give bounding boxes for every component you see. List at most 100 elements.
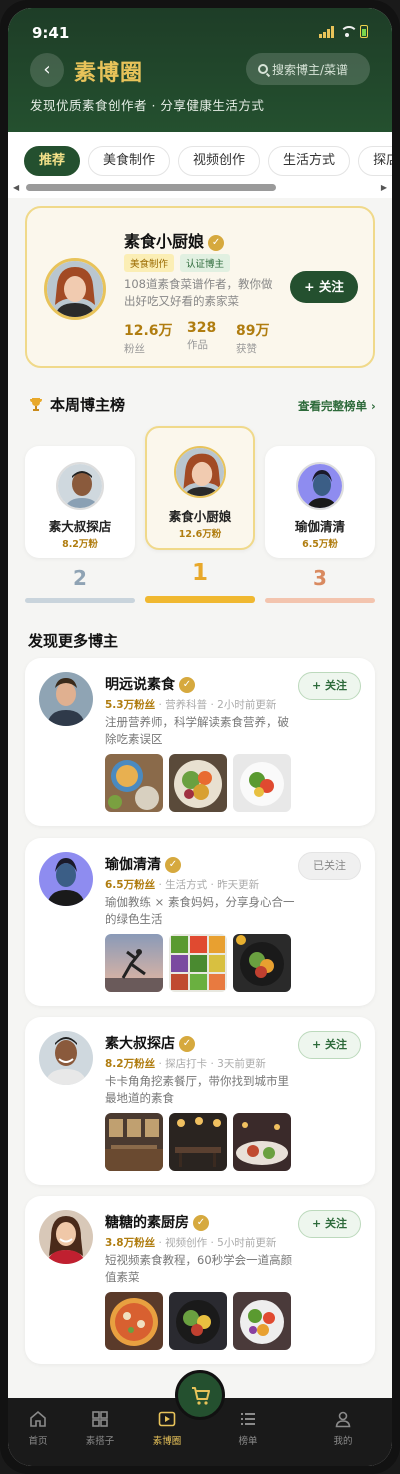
creator-thumbnails bbox=[105, 934, 291, 992]
search-placeholder: 搜索博主/菜谱 bbox=[272, 62, 349, 77]
certified-badge: 认证博主 bbox=[180, 254, 231, 272]
yoga-thumbnail[interactable] bbox=[105, 934, 163, 992]
search-input[interactable]: 搜索博主/菜谱 bbox=[246, 53, 370, 85]
creator-meta: 6.5万粉丝 · 生活方式 · 昨天更新 bbox=[105, 879, 260, 891]
stat-label: 作品 bbox=[187, 339, 208, 351]
followed-button[interactable]: 已关注 bbox=[298, 852, 361, 880]
status-bar: 9:41 bbox=[8, 8, 392, 52]
nav-item-ranking[interactable]: 榜单 bbox=[218, 1410, 278, 1447]
category-tabs: 推荐 美食制作 视频创作 生活方式 探店打 ◀ ▶ bbox=[8, 132, 392, 198]
avatar[interactable] bbox=[39, 1210, 93, 1264]
creator-card[interactable]: 糖糖的素厨房 ✓ 3.8万粉丝 · 视频创作 · 5小时前更新 短视频素食教程，6… bbox=[25, 1196, 375, 1364]
nav-item-partner[interactable]: 素搭子 bbox=[70, 1410, 130, 1447]
cart-icon bbox=[192, 1387, 210, 1405]
stat-label: 粉丝 bbox=[124, 343, 145, 355]
creator-category: 生活方式 bbox=[165, 879, 208, 891]
creator-name: 瑜伽清清 bbox=[105, 857, 161, 873]
verified-icon: ✓ bbox=[208, 235, 225, 251]
food-thumbnail[interactable] bbox=[105, 1292, 163, 1350]
creator-updated: 2小时前更新 bbox=[217, 699, 277, 711]
avatar[interactable] bbox=[39, 852, 93, 906]
rank-number-second: 2 bbox=[73, 566, 87, 590]
food-thumbnail[interactable] bbox=[169, 754, 227, 812]
status-time: 9:41 bbox=[32, 24, 70, 42]
nav-item-home[interactable]: 首页 bbox=[8, 1410, 68, 1447]
back-button[interactable]: ‹ bbox=[30, 53, 64, 87]
ranking-title: 本周博主榜 bbox=[28, 394, 125, 415]
creator-fans: 3.8万粉丝 bbox=[105, 1237, 156, 1249]
verified-icon: ✓ bbox=[193, 1215, 209, 1231]
stat-likes: 89万 获赞 bbox=[236, 320, 269, 356]
creator-meta: 5.3万粉丝 · 营养科普 · 2小时前更新 bbox=[105, 699, 277, 711]
battery-icon bbox=[360, 25, 368, 38]
creator-fans: 8.2万粉丝 bbox=[105, 1058, 156, 1070]
list-icon bbox=[241, 1413, 255, 1425]
discover-title: 发现更多博主 bbox=[28, 632, 119, 650]
ranking-fans: 6.5万粉 bbox=[302, 539, 338, 550]
nav-label: 我的 bbox=[333, 1436, 353, 1447]
podium-bar-second bbox=[25, 598, 135, 603]
food-thumbnail[interactable] bbox=[169, 934, 227, 992]
ranking-card-third[interactable]: 瑜伽清清 6.5万粉 bbox=[265, 446, 375, 558]
featured-creator-card[interactable]: 素食小厨娘 ✓ 美食制作 认证博主 108道素食菜谱作者，教你做出好吃又好看的素家… bbox=[25, 206, 375, 368]
tab-food[interactable]: 美食制作 bbox=[88, 146, 171, 176]
stat-value: 89万 bbox=[236, 323, 270, 339]
creator-updated: 5小时前更新 bbox=[217, 1237, 277, 1249]
page-title: 素博圈 bbox=[74, 61, 144, 86]
horizontal-scrollbar[interactable] bbox=[26, 184, 276, 191]
ranking-name: 瑜伽清清 bbox=[294, 519, 345, 534]
user-icon bbox=[335, 1411, 351, 1428]
screen: 9:41 ‹ 素博圈 搜索博主/菜谱 发现优质素食创作者 · 分享健康生活方式 … bbox=[8, 8, 392, 1466]
ranking-title-text: 本周博主榜 bbox=[50, 396, 126, 414]
creator-card[interactable]: 明远说素食 ✓ 5.3万粉丝 · 营养科普 · 2小时前更新 注册营养师，科学解读… bbox=[25, 658, 375, 826]
nav-label: 素博圈 bbox=[152, 1436, 182, 1447]
food-thumbnail[interactable] bbox=[105, 754, 163, 812]
featured-follow-button[interactable]: + 关注 bbox=[290, 271, 358, 303]
nav-item-profile[interactable]: 我的 bbox=[313, 1410, 373, 1447]
featured-name-row: 素食小厨娘 ✓ bbox=[124, 228, 225, 252]
signal-icon bbox=[319, 25, 334, 38]
creator-name: 明远说素食 bbox=[105, 677, 175, 693]
stat-value: 328 bbox=[187, 320, 217, 336]
follow-button[interactable]: + 关注 bbox=[298, 672, 361, 700]
restaurant-thumbnail[interactable] bbox=[169, 1113, 227, 1171]
food-thumbnail[interactable] bbox=[233, 754, 291, 812]
restaurant-thumbnail[interactable] bbox=[233, 1113, 291, 1171]
verified-icon: ✓ bbox=[179, 677, 195, 693]
follow-button[interactable]: + 关注 bbox=[298, 1031, 361, 1059]
tab-explore[interactable]: 探店打 bbox=[358, 146, 392, 176]
creator-category: 营养科普 bbox=[165, 699, 208, 711]
ranking-card-second[interactable]: 素大叔探店 8.2万粉 bbox=[25, 446, 135, 558]
podium-bar-first bbox=[145, 596, 255, 603]
food-thumbnail[interactable] bbox=[169, 1292, 227, 1350]
stat-label: 获赞 bbox=[236, 343, 257, 355]
creator-description: 卡卡角角挖素餐厅，带你找到城市里最地道的素食 bbox=[105, 1074, 289, 1105]
view-full-ranking-link[interactable]: 查看完整榜单 › bbox=[298, 398, 376, 414]
ranking-fans: 12.6万粉 bbox=[178, 529, 222, 540]
verified-icon: ✓ bbox=[179, 1036, 195, 1052]
creator-card[interactable]: 瑜伽清清 ✓ 6.5万粉丝 · 生活方式 · 昨天更新 瑜伽教练 × 素食妈妈，分… bbox=[25, 838, 375, 1006]
avatar[interactable] bbox=[44, 258, 106, 320]
podium-bar-third bbox=[265, 598, 375, 603]
scroll-right-arrow-icon[interactable]: ▶ bbox=[381, 183, 387, 192]
creator-name-row: 糖糖的素厨房 ✓ bbox=[105, 1212, 209, 1232]
featured-description: 108道素食菜谱作者，教你做出好吃又好看的素家菜 bbox=[124, 277, 273, 308]
tab-recommend[interactable]: 推荐 bbox=[24, 146, 81, 176]
tab-video[interactable]: 视频创作 bbox=[178, 146, 261, 176]
tab-lifestyle[interactable]: 生活方式 bbox=[268, 146, 351, 176]
restaurant-thumbnail[interactable] bbox=[105, 1113, 163, 1171]
avatar[interactable] bbox=[39, 1031, 93, 1085]
creator-name-row: 瑜伽清清 ✓ bbox=[105, 854, 181, 874]
ranking-card-first[interactable]: 素食小厨娘 12.6万粉 bbox=[145, 426, 255, 550]
food-thumbnail[interactable] bbox=[233, 934, 291, 992]
rank-number-first: 1 bbox=[191, 560, 208, 586]
scroll-left-arrow-icon[interactable]: ◀ bbox=[13, 183, 19, 192]
creator-thumbnails bbox=[105, 1113, 291, 1171]
avatar bbox=[56, 462, 104, 510]
creator-card[interactable]: 素大叔探店 ✓ 8.2万粉丝 · 探店打卡 · 3天前更新 卡卡角角挖素餐厅，带你… bbox=[25, 1017, 375, 1185]
avatar[interactable] bbox=[39, 672, 93, 726]
category-badge: 美食制作 bbox=[124, 254, 175, 272]
food-thumbnail[interactable] bbox=[233, 1292, 291, 1350]
follow-button[interactable]: + 关注 bbox=[298, 1210, 361, 1238]
cart-button[interactable] bbox=[175, 1370, 225, 1420]
